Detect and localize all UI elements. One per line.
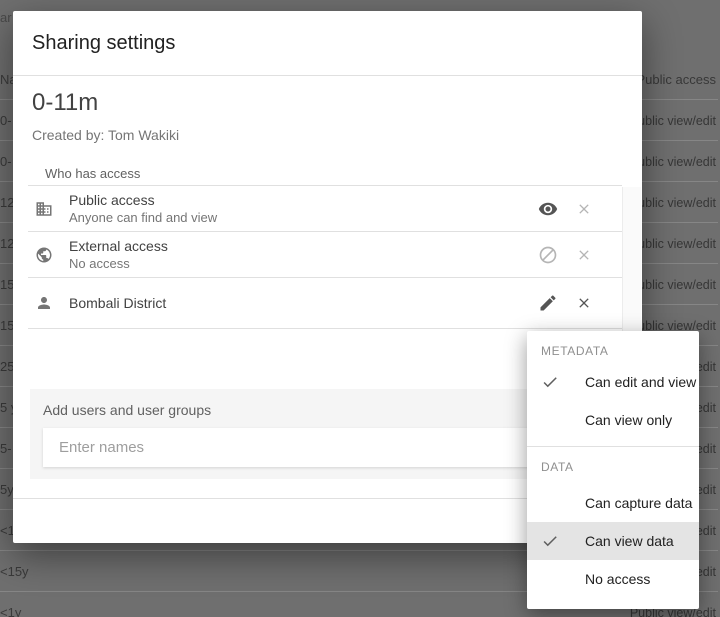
access-row-subtitle: Anyone can find and view bbox=[69, 209, 218, 225]
access-level-menu: METADATA Can edit and view Can view only… bbox=[527, 331, 699, 609]
access-list-scrollbar-gutter[interactable] bbox=[622, 187, 641, 332]
globe-icon bbox=[35, 246, 53, 264]
access-row: External access No access bbox=[28, 231, 622, 277]
menu-item-can-view-only[interactable]: Can view only bbox=[527, 401, 699, 439]
background-search-fragment: ar bbox=[0, 10, 12, 25]
background-row-access-value: Public view/edit bbox=[629, 237, 716, 251]
background-row-name-fragment: 5y bbox=[0, 482, 14, 497]
check-icon bbox=[541, 373, 559, 391]
background-access-column-header: Public access bbox=[636, 72, 716, 87]
close-icon[interactable] bbox=[576, 295, 592, 311]
background-row-name-fragment: <15y bbox=[0, 564, 29, 579]
menu-item-can-capture-data[interactable]: Can capture data bbox=[527, 484, 699, 522]
check-icon bbox=[541, 532, 559, 550]
access-row-title: External access bbox=[69, 237, 168, 254]
background-row-access-value: Public view/edit bbox=[629, 155, 716, 169]
close-icon[interactable] bbox=[576, 201, 592, 217]
access-row: Public access Anyone can find and view bbox=[28, 185, 622, 231]
menu-item-label: Can edit and view bbox=[585, 374, 697, 390]
blocked-icon[interactable] bbox=[538, 245, 558, 265]
background-row-name-fragment: 0- bbox=[0, 113, 12, 128]
created-by-text: Created by: Tom Wakiki bbox=[32, 127, 180, 143]
pencil-icon[interactable] bbox=[538, 293, 558, 313]
background-row-access-value: Public view/edit bbox=[629, 196, 716, 210]
background-row-access-value: Public view/edit bbox=[629, 278, 716, 292]
add-users-panel: Add users and user groups bbox=[30, 389, 612, 479]
shared-object-name: 0-11m bbox=[32, 89, 99, 116]
enter-names-input[interactable] bbox=[43, 428, 593, 467]
menu-item-label: Can view only bbox=[585, 412, 673, 428]
who-has-access-label: Who has access bbox=[45, 166, 141, 181]
menu-item-label: Can view data bbox=[585, 533, 674, 549]
dialog-title: Sharing settings bbox=[32, 31, 176, 54]
close-icon[interactable] bbox=[576, 247, 592, 263]
menu-divider bbox=[527, 446, 699, 447]
menu-item-can-edit-and-view[interactable]: Can edit and view bbox=[527, 363, 699, 401]
background-row-access-value: Public view/edit bbox=[629, 114, 716, 128]
access-row-title: Public access bbox=[69, 191, 155, 208]
access-row-subtitle: No access bbox=[69, 255, 130, 271]
menu-item-can-view-data[interactable]: Can view data bbox=[527, 522, 699, 560]
menu-item-no-access[interactable]: No access bbox=[527, 560, 699, 598]
menu-section-header: METADATA bbox=[541, 344, 609, 358]
menu-item-label: Can capture data bbox=[585, 495, 693, 511]
access-list: Public access Anyone can find and view E… bbox=[28, 185, 622, 329]
dialog-header: Sharing settings bbox=[13, 11, 642, 76]
add-users-label: Add users and user groups bbox=[43, 402, 212, 418]
background-row-name-fragment: 5- bbox=[0, 441, 12, 456]
access-row: Bombali District bbox=[28, 277, 622, 329]
background-row-name-fragment: 0- bbox=[0, 154, 12, 169]
building-icon bbox=[35, 200, 53, 218]
person-icon bbox=[35, 294, 53, 312]
access-row-title: Bombali District bbox=[69, 294, 167, 311]
menu-item-label: No access bbox=[585, 571, 651, 587]
background-row-name-fragment: <1y bbox=[0, 605, 22, 617]
menu-section-header: DATA bbox=[541, 460, 574, 474]
eye-icon[interactable] bbox=[538, 199, 558, 219]
